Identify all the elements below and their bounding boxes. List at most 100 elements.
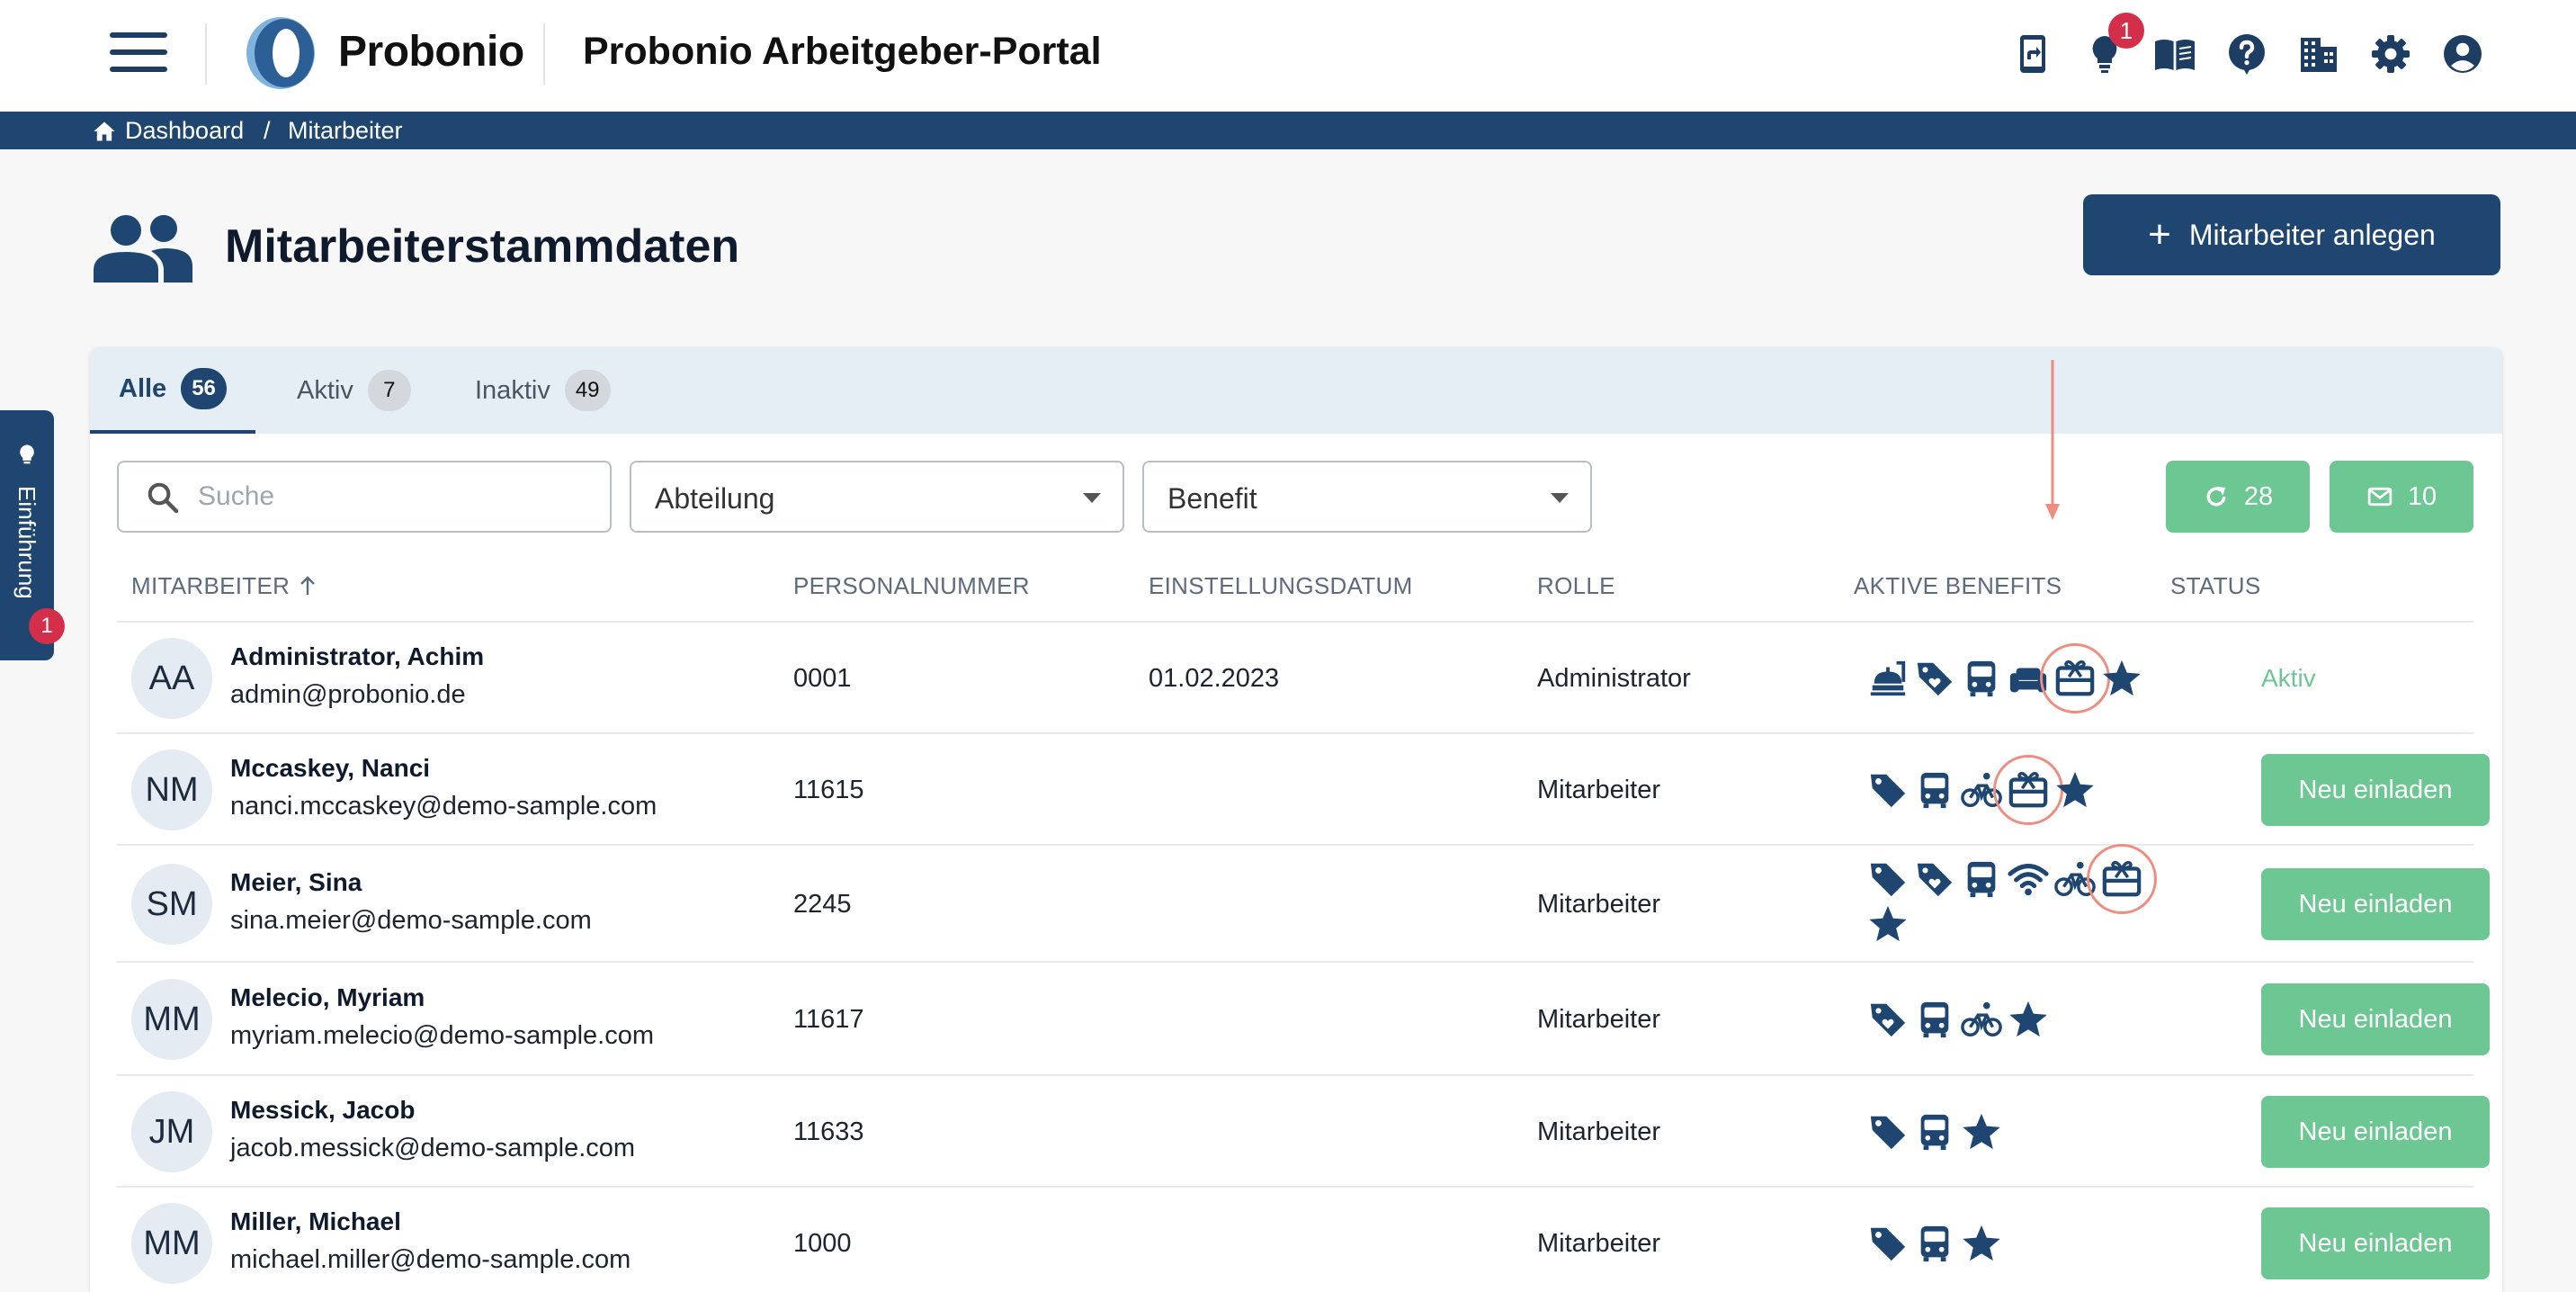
top-bar: Probonio Probonio Arbeitgeber-Portal 1: [0, 0, 2576, 112]
re-invite-button[interactable]: Neu einladen: [2261, 983, 2490, 1055]
table-row[interactable]: MM Miller, Michael michael.miller@demo-sam…: [117, 1186, 2490, 1292]
table-row[interactable]: MM Melecio, Myriam myriam.melecio@demo-sam…: [117, 961, 2490, 1074]
table-row[interactable]: AA Administrator, Achim admin@probonio.de 0…: [117, 621, 2473, 732]
role: Administrator: [1537, 664, 1691, 693]
personnel-number: 11617: [793, 1005, 864, 1034]
voucher-icon: [1914, 658, 1955, 699]
bus-icon: [1914, 999, 1955, 1040]
role: Mitarbeiter: [1537, 1005, 1660, 1034]
table-row[interactable]: SM Meier, Sina sina.meier@demo-sample.com 2…: [117, 844, 2490, 961]
star-icon: [1961, 1111, 2002, 1153]
bus-icon: [1914, 1223, 1955, 1264]
avatar: MM: [131, 1203, 212, 1284]
highlight-circle: [2040, 643, 2110, 713]
highlight-circle: [2087, 844, 2157, 914]
search-field[interactable]: [117, 461, 612, 533]
tab-count: 7: [367, 370, 411, 411]
probonio-logo-icon: [246, 17, 315, 89]
tab-active[interactable]: Aktiv 7: [268, 347, 440, 434]
column-personnel-number: PERSONALNUMMER: [793, 572, 1030, 599]
department-select[interactable]: Abteilung: [630, 461, 1124, 533]
mobile-share-icon[interactable]: [2011, 32, 2054, 76]
menu-icon[interactable]: [110, 32, 167, 76]
tab-label: Inaktiv: [475, 375, 550, 405]
column-employee[interactable]: MITARBEITER: [131, 572, 318, 600]
bus-icon: [1961, 658, 2002, 699]
personnel-number: 11633: [793, 1117, 864, 1146]
avatar: JM: [131, 1091, 212, 1172]
re-invite-button[interactable]: Neu einladen: [2261, 1096, 2490, 1168]
chevron-down-icon: [1083, 493, 1101, 503]
role: Mitarbeiter: [1537, 1117, 1660, 1146]
employee-name[interactable]: Melecio, Myriam: [230, 983, 425, 1012]
add-employee-button[interactable]: + Mitarbeiter anlegen: [2083, 194, 2500, 275]
settings-icon[interactable]: [2369, 32, 2412, 76]
tag-icon: [1867, 1111, 1909, 1153]
wifi-icon: [2008, 858, 2049, 900]
breadcrumb-separator: /: [264, 117, 271, 144]
avatar: SM: [131, 864, 212, 945]
intro-side-tab[interactable]: Einführung 1: [0, 410, 65, 660]
re-invite-button[interactable]: Neu einladen: [2261, 754, 2490, 826]
column-status: STATUS: [2170, 572, 2261, 599]
re-invite-button[interactable]: Neu einladen: [2261, 1207, 2490, 1279]
mail-button[interactable]: 10: [2330, 461, 2473, 533]
employee-name[interactable]: Meier, Sina: [230, 868, 362, 897]
refresh-icon: [2206, 486, 2226, 507]
search-icon: [148, 482, 179, 514]
intro-label: Einführung: [13, 486, 40, 599]
employee-name[interactable]: Messick, Jacob: [230, 1096, 415, 1125]
voucher-icon: [1914, 858, 1955, 900]
annotation-arrow-icon: [2045, 360, 2060, 520]
bus-icon: [1914, 769, 1955, 811]
column-role: ROLLE: [1537, 572, 1615, 599]
star-icon: [2008, 999, 2049, 1040]
star-icon: [2101, 658, 2142, 699]
employee-name[interactable]: Administrator, Achim: [230, 642, 484, 671]
table-row[interactable]: NM Mccaskey, Nanci nanci.mccaskey@demo-sam…: [117, 732, 2490, 844]
tab-all[interactable]: Alle 56: [90, 347, 255, 434]
employee-name[interactable]: Miller, Michael: [230, 1207, 401, 1236]
lightbulb-icon: [20, 444, 34, 464]
home-icon[interactable]: [92, 119, 117, 144]
tab-inactive[interactable]: Inaktiv 49: [446, 347, 640, 434]
book-icon[interactable]: [2153, 32, 2196, 76]
role: Mitarbeiter: [1537, 890, 1660, 919]
re-invite-button[interactable]: Neu einladen: [2261, 868, 2490, 940]
avatar: MM: [131, 979, 212, 1060]
tab-count: 56: [181, 368, 227, 409]
mail-icon: [2367, 487, 2393, 507]
benefit-select-value: Benefit: [1167, 482, 1257, 515]
employee-email: sina.meier@demo-sample.com: [230, 906, 592, 935]
company-icon[interactable]: [2297, 32, 2340, 76]
column-hire-date: EINSTELLUNGSDATUM: [1149, 572, 1413, 599]
bike-icon: [1961, 999, 2002, 1040]
column-label: MITARBEITER: [131, 572, 291, 599]
logo-text[interactable]: Probonio: [338, 27, 524, 76]
account-icon[interactable]: [2441, 32, 2484, 76]
breadcrumb: Dashboard / Mitarbeiter: [0, 112, 2576, 149]
employee-email: michael.miller@demo-sample.com: [230, 1245, 631, 1274]
chevron-down-icon: [1551, 493, 1569, 503]
breadcrumb-current: Mitarbeiter: [288, 117, 403, 144]
voucher-icon: [1867, 999, 1909, 1040]
plus-icon: +: [2148, 212, 2171, 256]
employee-name[interactable]: Mccaskey, Nanci: [230, 754, 430, 783]
table-row[interactable]: JM Messick, Jacob jacob.messick@demo-sampl…: [117, 1074, 2490, 1186]
bus-icon: [1961, 858, 2002, 900]
lunch-icon: [1867, 658, 1909, 699]
search-input[interactable]: [198, 477, 594, 516]
refresh-button[interactable]: 28: [2166, 461, 2310, 533]
employee-email: myriam.melecio@demo-sample.com: [230, 1021, 654, 1050]
personnel-number: 1000: [793, 1229, 852, 1258]
notification-badge: 1: [2108, 13, 2144, 49]
tag-icon: [1867, 858, 1909, 900]
employee-email: nanci.mccaskey@demo-sample.com: [230, 792, 657, 821]
tag-icon: [1867, 1223, 1909, 1264]
personnel-number: 2245: [793, 890, 852, 919]
star-icon: [2054, 769, 2096, 811]
page-title: Mitarbeiterstammdaten: [225, 220, 740, 273]
breadcrumb-dashboard[interactable]: Dashboard: [125, 117, 244, 145]
help-icon[interactable]: [2225, 32, 2268, 76]
benefit-select[interactable]: Benefit: [1142, 461, 1592, 533]
